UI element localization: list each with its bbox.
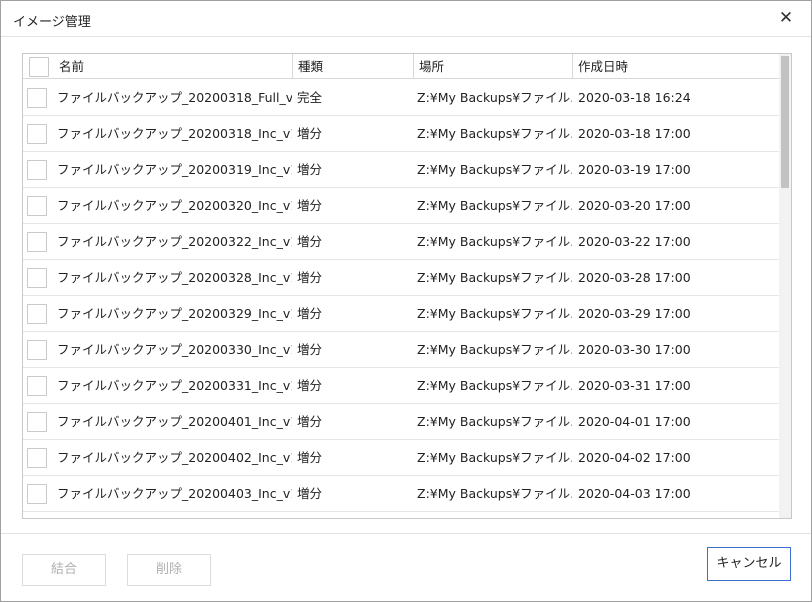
cell-created: 2020-03-19 17:00 xyxy=(578,162,691,177)
cell-type: 増分 xyxy=(297,162,323,177)
cell-name: ファイルバックアップ_20200403_Inc_v1.pbd xyxy=(57,486,292,501)
table-row[interactable]: ファイルバックアップ_20200331_Inc_v1.pbd 増分 Z:¥My Ba… xyxy=(23,368,779,404)
cell-created: 2020-03-20 17:00 xyxy=(578,198,691,213)
row-checkbox[interactable] xyxy=(27,304,47,324)
vertical-scrollbar[interactable] xyxy=(779,54,791,518)
cell-created: 2020-04-02 17:00 xyxy=(578,450,691,465)
merge-button[interactable]: 結合 xyxy=(22,554,106,586)
cell-name: ファイルバックアップ_20200322_Inc_v1.pbd xyxy=(57,234,292,249)
row-checkbox[interactable] xyxy=(27,124,47,144)
cell-location: Z:¥My Backups¥ファイル… xyxy=(417,378,572,393)
cell-type: 増分 xyxy=(297,342,323,357)
row-checkbox[interactable] xyxy=(27,160,47,180)
cell-name: ファイルバックアップ_20200401_Inc_v1.pbd xyxy=(57,414,292,429)
cell-name: ファイルバックアップ_20200331_Inc_v1.pbd xyxy=(57,378,292,393)
cell-location: Z:¥My Backups¥ファイル… xyxy=(417,234,572,249)
row-checkbox[interactable] xyxy=(27,376,47,396)
cell-type: 増分 xyxy=(297,414,323,429)
delete-button[interactable]: 削除 xyxy=(127,554,211,586)
row-checkbox[interactable] xyxy=(27,268,47,288)
cell-name: ファイルバックアップ_20200318_Inc_v1.pbd xyxy=(57,126,292,141)
cell-location: Z:¥My Backups¥ファイル… xyxy=(417,90,572,105)
cell-location: Z:¥My Backups¥ファイル… xyxy=(417,486,572,501)
close-icon[interactable]: ✕ xyxy=(775,7,797,29)
cell-name: ファイルバックアップ_20200402_Inc_v1.pbd xyxy=(57,450,292,465)
cell-type: 増分 xyxy=(297,306,323,321)
column-header-type[interactable]: 種類 xyxy=(292,54,413,78)
column-header-location[interactable]: 場所 xyxy=(413,54,572,78)
table-row[interactable]: ファイルバックアップ_20200322_Inc_v1.pbd 増分 Z:¥My Ba… xyxy=(23,224,779,260)
table-row[interactable]: ファイルバックアップ_20200401_Inc_v1.pbd 増分 Z:¥My Ba… xyxy=(23,404,779,440)
cell-created: 2020-03-28 17:00 xyxy=(578,270,691,285)
cell-name: ファイルバックアップ_20200330_Inc_v1.pbd xyxy=(57,342,292,357)
cell-created: 2020-03-18 16:24 xyxy=(578,90,691,105)
cell-created: 2020-03-30 17:00 xyxy=(578,342,691,357)
cell-created: 2020-03-31 17:00 xyxy=(578,378,691,393)
row-checkbox[interactable] xyxy=(27,412,47,432)
cell-location: Z:¥My Backups¥ファイル… xyxy=(417,126,572,141)
cell-created: 2020-03-22 17:00 xyxy=(578,234,691,249)
cell-type: 増分 xyxy=(297,234,323,249)
cell-created: 2020-03-18 17:00 xyxy=(578,126,691,141)
cell-type: 増分 xyxy=(297,126,323,141)
cell-location: Z:¥My Backups¥ファイル… xyxy=(417,162,572,177)
cell-location: Z:¥My Backups¥ファイル… xyxy=(417,414,572,429)
row-checkbox[interactable] xyxy=(27,448,47,468)
cell-location: Z:¥My Backups¥ファイル… xyxy=(417,198,572,213)
cell-location: Z:¥My Backups¥ファイル… xyxy=(417,270,572,285)
title-bar: イメージ管理 ✕ xyxy=(1,1,811,37)
table-row[interactable]: ファイルバックアップ_20200319_Inc_v1.pbd 増分 Z:¥My Ba… xyxy=(23,152,779,188)
image-management-dialog: イメージ管理 ✕ 名前 種類 場所 作成日時 ファイルバックアップ_202003… xyxy=(0,0,812,602)
cancel-button[interactable]: キャンセル xyxy=(707,547,791,581)
cell-location: Z:¥My Backups¥ファイル… xyxy=(417,306,572,321)
dialog-title: イメージ管理 xyxy=(13,15,91,30)
row-checkbox[interactable] xyxy=(27,340,47,360)
table-row[interactable]: ファイルバックアップ_20200318_Full_v1.pbd 完全 Z:¥My B… xyxy=(23,80,779,116)
cell-created: 2020-04-01 17:00 xyxy=(578,414,691,429)
footer-divider xyxy=(1,533,811,534)
cell-created: 2020-04-03 17:00 xyxy=(578,486,691,501)
table-row[interactable]: ファイルバックアップ_20200328_Inc_v1.pbd 増分 Z:¥My Ba… xyxy=(23,260,779,296)
table-row[interactable]: ファイルバックアップ_20200403_Inc_v1.pbd 増分 Z:¥My Ba… xyxy=(23,476,779,512)
cell-name: ファイルバックアップ_20200318_Full_v1.pbd xyxy=(57,90,292,105)
table-header: 名前 種類 場所 作成日時 xyxy=(23,54,779,79)
cell-name: ファイルバックアップ_20200320_Inc_v1.pbd xyxy=(57,198,292,213)
cell-type: 増分 xyxy=(297,450,323,465)
row-checkbox[interactable] xyxy=(27,196,47,216)
cell-name: ファイルバックアップ_20200328_Inc_v1.pbd xyxy=(57,270,292,285)
cell-location: Z:¥My Backups¥ファイル… xyxy=(417,450,572,465)
scrollbar-thumb[interactable] xyxy=(781,56,789,188)
column-header-name[interactable]: 名前 xyxy=(57,54,292,78)
cell-created: 2020-03-29 17:00 xyxy=(578,306,691,321)
backup-image-list: 名前 種類 場所 作成日時 ファイルバックアップ_20200318_Full_v… xyxy=(22,53,792,519)
row-checkbox[interactable] xyxy=(27,88,47,108)
cell-name: ファイルバックアップ_20200329_Inc_v1.pbd xyxy=(57,306,292,321)
row-checkbox[interactable] xyxy=(27,232,47,252)
table-row[interactable]: ファイルバックアップ_20200320_Inc_v1.pbd 増分 Z:¥My Ba… xyxy=(23,188,779,224)
table-row[interactable]: ファイルバックアップ_20200402_Inc_v1.pbd 増分 Z:¥My Ba… xyxy=(23,440,779,476)
select-all-checkbox[interactable] xyxy=(29,57,49,77)
row-checkbox[interactable] xyxy=(27,484,47,504)
cell-location: Z:¥My Backups¥ファイル… xyxy=(417,342,572,357)
cell-type: 増分 xyxy=(297,486,323,501)
table-row[interactable]: ファイルバックアップ_20200330_Inc_v1.pbd 増分 Z:¥My Ba… xyxy=(23,332,779,368)
cell-type: 増分 xyxy=(297,270,323,285)
table-body: ファイルバックアップ_20200318_Full_v1.pbd 完全 Z:¥My B… xyxy=(23,80,779,518)
table-row[interactable]: ファイルバックアップ_20200318_Inc_v1.pbd 増分 Z:¥My Ba… xyxy=(23,116,779,152)
table-row[interactable]: ファイルバックアップ_20200329_Inc_v1.pbd 増分 Z:¥My Ba… xyxy=(23,296,779,332)
column-header-created[interactable]: 作成日時 xyxy=(572,54,779,78)
cell-type: 完全 xyxy=(297,90,323,105)
cell-type: 増分 xyxy=(297,378,323,393)
cell-type: 増分 xyxy=(297,198,323,213)
cell-name: ファイルバックアップ_20200319_Inc_v1.pbd xyxy=(57,162,292,177)
